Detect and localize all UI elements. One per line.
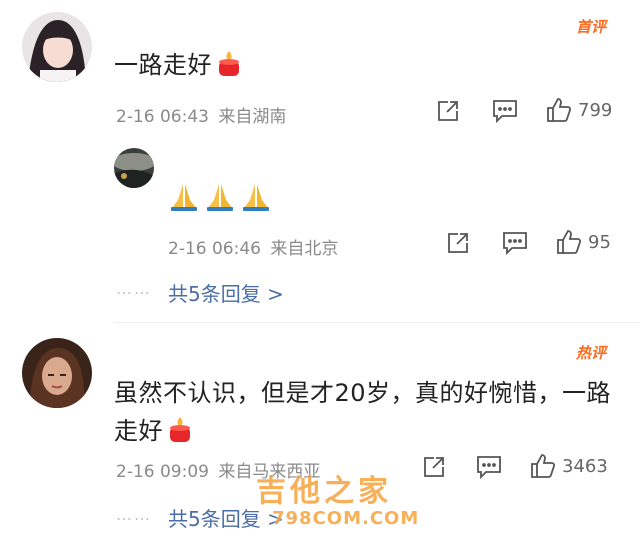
first-comment-badge: 首评: [576, 18, 607, 36]
like-icon: [546, 97, 572, 123]
pray-emoji: [204, 180, 236, 212]
pray-emoji: [168, 180, 200, 212]
divider: [114, 322, 640, 323]
dots: ……: [116, 505, 152, 524]
reply-avatar[interactable]: [114, 148, 154, 188]
hot-comment-badge: 热评: [576, 344, 607, 362]
comment-meta: 2-16 06:43 来自湖南: [116, 102, 286, 127]
comment-text: 一路走好: [114, 46, 584, 84]
reply-meta: 2-16 06:46 来自北京: [168, 234, 338, 259]
avatar[interactable]: [22, 338, 92, 408]
watermark-url: 798COM.COM: [272, 508, 420, 529]
watermark-title: 吉他之家: [256, 474, 392, 509]
like-count: 799: [578, 99, 613, 121]
more-replies-link[interactable]: 共5条回复 >: [168, 278, 284, 307]
share-icon[interactable]: [446, 231, 470, 255]
reply-time: 2-16 06:46: [168, 239, 261, 259]
comment-location: 来自湖南: [218, 107, 287, 127]
dots: ……: [116, 279, 152, 298]
like-icon: [530, 453, 556, 479]
comment-text-content: 一路走好: [114, 51, 212, 79]
comment-text: 虽然不认识，但是才20岁，真的好惋惜，一路走好: [114, 374, 614, 450]
share-icon[interactable]: [436, 99, 460, 123]
like-count: 3463: [562, 455, 608, 477]
comment-time: 2-16 06:43: [116, 107, 209, 127]
pray-emoji: [240, 180, 272, 212]
reply-emojis: [168, 180, 272, 212]
comment-icon[interactable]: [476, 455, 502, 479]
candle-icon: [216, 49, 242, 77]
comment-icon[interactable]: [502, 231, 528, 255]
like-button[interactable]: 3463: [530, 453, 608, 479]
reply-like-button[interactable]: 95: [556, 229, 611, 255]
like-icon: [556, 229, 582, 255]
reply-like-count: 95: [588, 231, 611, 253]
comment-time: 2-16 09:09: [116, 462, 209, 482]
reply-location: 来自北京: [270, 239, 339, 259]
candle-icon: [167, 415, 193, 443]
like-button[interactable]: 799: [546, 97, 612, 123]
comment-icon[interactable]: [492, 99, 518, 123]
avatar[interactable]: [22, 12, 92, 82]
share-icon[interactable]: [422, 455, 446, 479]
